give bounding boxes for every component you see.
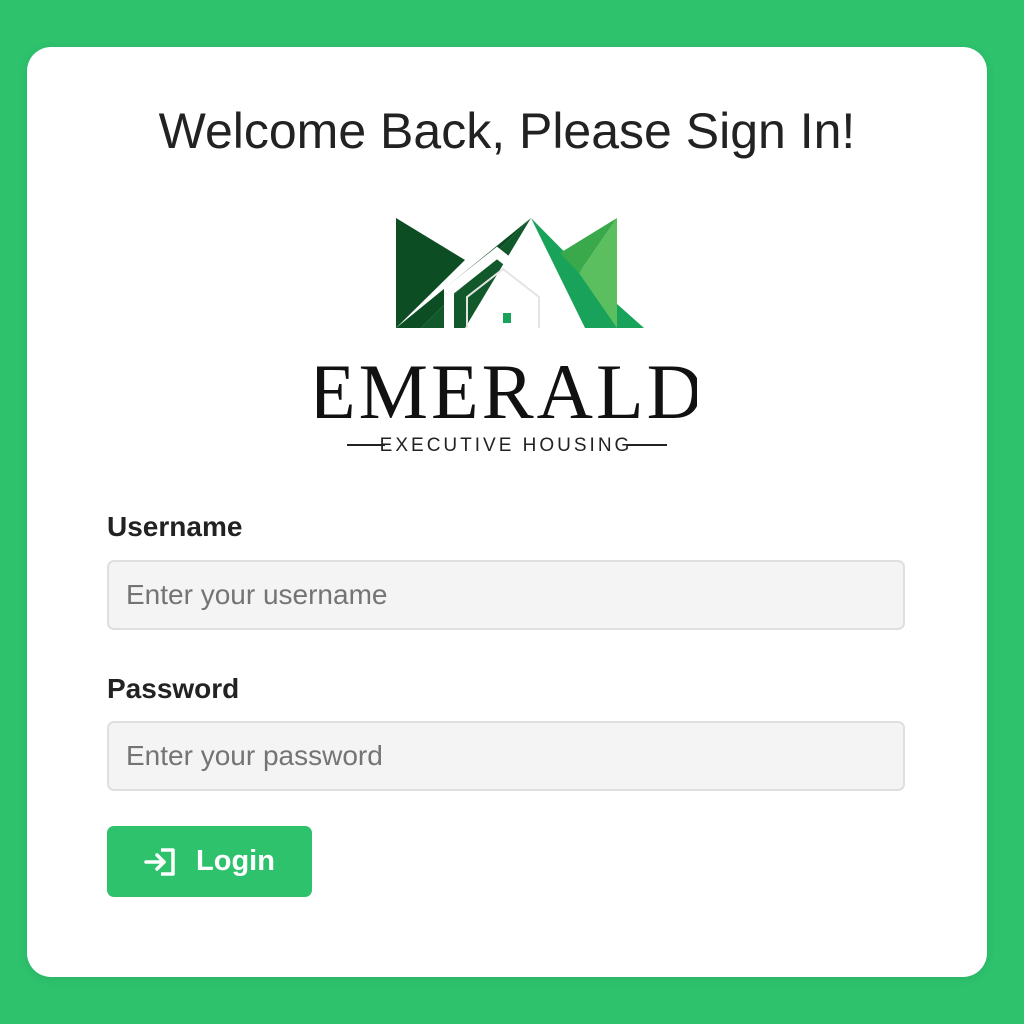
username-label: Username [107, 511, 243, 542]
page-title: Welcome Back, Please Sign In! [158, 103, 856, 159]
password-input[interactable] [107, 721, 905, 791]
logo-tagline: EXECUTIVE HOUSING [380, 435, 633, 456]
sign-in-icon [144, 847, 178, 877]
username-input[interactable] [107, 560, 905, 630]
login-card: Welcome Back, Please Sign In! EMERALD EX… [27, 47, 987, 977]
logo-name: EMERALD [317, 348, 697, 435]
company-logo: EMERALD EXECUTIVE HOUSING [317, 213, 697, 463]
login-button[interactable]: Login [107, 826, 312, 897]
emerald-house-logo-icon: EMERALD EXECUTIVE HOUSING [317, 218, 697, 456]
password-label: Password [107, 673, 240, 704]
login-button-label: Login [196, 845, 275, 877]
